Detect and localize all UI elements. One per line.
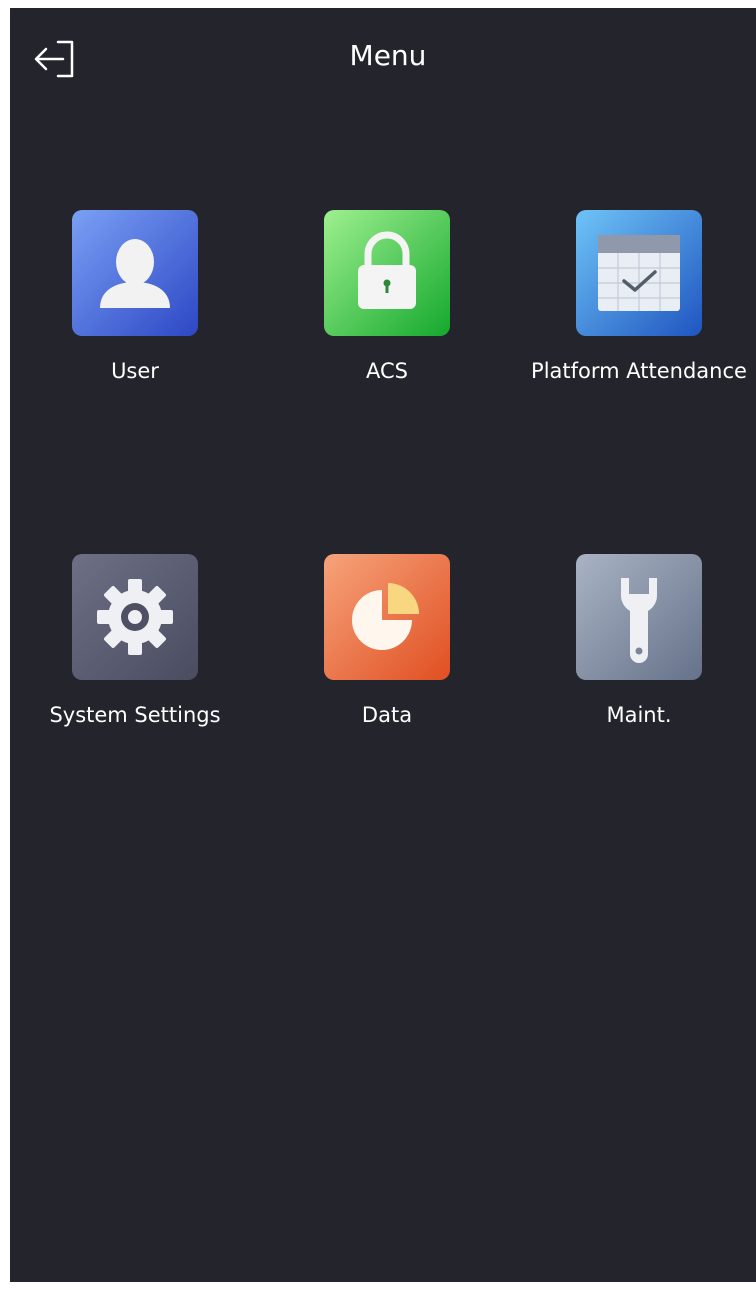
menu-item-label: User <box>111 359 159 383</box>
menu-item-label: Maint. <box>606 703 672 727</box>
menu-screen: Menu User ACS Platform Attendance System… <box>10 8 756 1282</box>
menu-item-label: Data <box>361 703 413 727</box>
calendar-check-icon <box>576 210 702 336</box>
menu-item-system-settings[interactable]: System Settings <box>20 554 250 754</box>
menu-item-maint[interactable]: Maint. <box>524 554 754 754</box>
menu-item-platform-attendance[interactable]: Platform Attendance <box>524 210 754 410</box>
pie-chart-icon <box>324 554 450 680</box>
menu-item-label: ACS <box>366 359 408 383</box>
menu-item-label: System Settings <box>49 703 221 727</box>
menu-item-user[interactable]: User <box>20 210 250 410</box>
padlock-icon <box>324 210 450 336</box>
gear-icon <box>72 554 198 680</box>
menu-item-label: Platform Attendance <box>531 359 747 383</box>
user-icon <box>72 210 198 336</box>
page-title: Menu <box>349 39 427 72</box>
header-bar: Menu <box>10 8 756 103</box>
menu-item-acs[interactable]: ACS <box>272 210 502 410</box>
wrench-icon <box>576 554 702 680</box>
menu-item-data[interactable]: Data <box>272 554 502 754</box>
